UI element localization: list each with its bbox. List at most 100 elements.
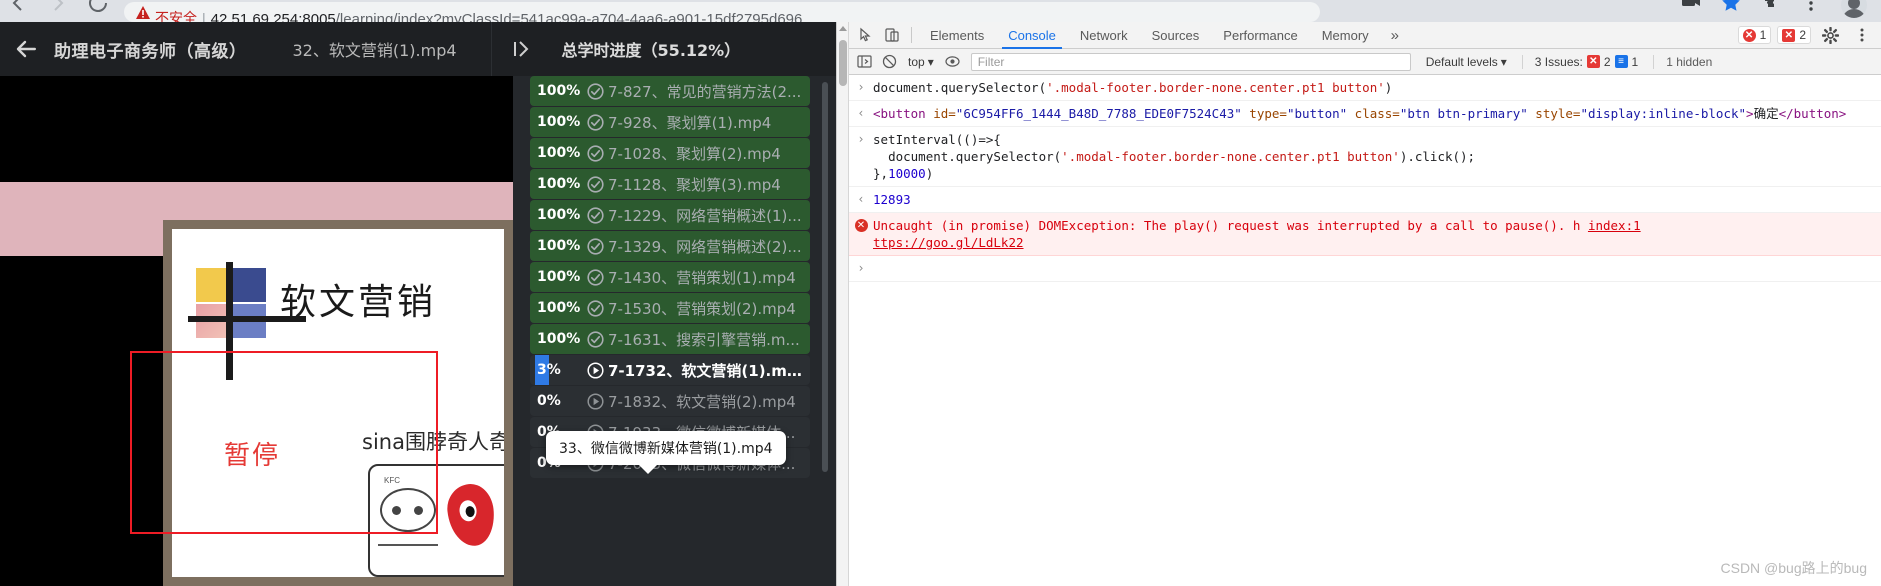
issue-error-icon: ✕ [1586,55,1600,68]
playlist-item-title: 7-1530、营销策划(2).mp4 [608,299,796,318]
playlist-item-title: 7-1631、搜索引擎营销.m... [608,330,800,349]
hidden-messages-label: 1 hidden [1653,54,1712,69]
console-token: ) [925,166,934,181]
console-token: type= [1241,106,1287,121]
filter-placeholder: Filter [977,54,1005,69]
live-expression-icon[interactable] [942,51,964,73]
warning-count-badge[interactable]: ✕ 2 [1777,26,1811,44]
console-row[interactable]: › setInterval(()=>{ document.querySelecto… [849,127,1881,187]
video-player[interactable]: 软文营销 暂停 sina围脖奇人奇事 KFC 某日，在KFC一通宵餐后拉肚肥，发… [0,76,513,586]
cast-icon[interactable] [1681,0,1701,22]
check-circle-icon[interactable] [582,237,608,255]
playlist-item-title: 7-1128、聚划算(3).mp4 [608,175,781,194]
console-message: 12893 [873,191,1881,208]
clear-console-icon[interactable] [878,51,900,73]
console-token: class= [1347,106,1400,121]
tab-sources[interactable]: Sources [1140,22,1212,49]
console-sidebar-icon[interactable] [853,51,875,73]
playlist-item-title: 7-827、常见的营销方法(2... [608,82,802,101]
devtools-tabs: Elements Console Network Sources Performance… [918,22,1381,49]
playlist-item[interactable]: 100% 7-1028、聚划算(2).mp4 [530,138,810,168]
console-error-row[interactable]: ✕ Uncaught (in promise) DOMException: The… [849,213,1881,256]
playlist-item[interactable]: 100% 7-1530、营销策划(2).mp4 [530,293,810,323]
check-circle-icon[interactable] [582,299,608,317]
log-levels-selector[interactable]: Default levels ▾ [1426,55,1507,69]
back-arrow-icon[interactable] [6,0,30,22]
playlist-item[interactable]: 100% 7-1128、聚划算(3).mp4 [530,169,810,199]
url-text: 42.51.69.254:8005/learning/index?myClass… [211,12,803,22]
back-arrow-icon[interactable] [14,36,40,62]
console-token: setInterval(()=>{ document.querySelector… [873,132,1062,164]
play-circle-icon[interactable] [582,392,608,410]
playlist-item-title: 7-1229、网络营销概述(1)... [608,206,802,225]
console-token: "btn btn-primary" [1399,106,1528,121]
console-token: ) [1384,80,1393,95]
tab-label: Sources [1151,27,1200,43]
error-source-link[interactable]: index:1 [1588,218,1641,233]
tab-performance[interactable]: Performance [1211,22,1309,49]
playlist-item-title: 7-1732、软文营销(1).mp4 [608,361,809,380]
device-toolbar-icon[interactable] [879,22,905,49]
tab-network[interactable]: Network [1068,22,1140,49]
inspect-cursor-icon[interactable] [853,22,879,49]
playlist-item[interactable]: 100% 7-928、聚划算(1).mp4 [530,107,810,137]
vertical-scrollbar[interactable] [822,82,828,472]
issues-summary[interactable]: 3 Issues: ✕ 2 ≡ 1 [1521,54,1639,69]
tab-memory[interactable]: Memory [1310,22,1381,49]
devtools-resizer[interactable] [837,22,849,586]
playlist-item[interactable]: 100% 7-827、常见的营销方法(2... [530,76,810,106]
panel-collapse-icon[interactable] [506,34,536,64]
extension-puzzle-icon[interactable] [1761,0,1781,22]
gear-icon[interactable] [1817,22,1843,49]
reload-icon[interactable] [86,0,110,22]
check-circle-icon[interactable] [582,144,608,162]
error-count-badge[interactable]: ✕ 1 [1737,26,1772,44]
playlist-item[interactable]: 0% 7-1832、软文营销(2).mp4 [530,386,810,416]
forward-arrow-icon[interactable] [46,0,70,22]
console-row[interactable]: › [849,256,1881,282]
check-circle-icon[interactable] [582,206,608,224]
check-circle-icon[interactable] [582,330,608,348]
more-vertical-icon[interactable] [1849,22,1875,49]
page-scrollbar-thumb[interactable] [839,40,847,86]
console-gutter-icon: › [857,132,865,146]
console-log[interactable]: › document.querySelector('.modal-footer.b… [849,75,1881,586]
issues-info-count: 1 [1631,54,1639,69]
playlist-item[interactable]: 100% 7-1229、网络营销概述(1)... [530,200,810,230]
check-circle-icon[interactable] [582,175,608,193]
filter-input[interactable]: Filter [970,52,1411,71]
more-vertical-icon[interactable] [1801,0,1821,22]
error-circle-icon: ✕ [1742,28,1756,42]
error-help-link[interactable]: ttps://goo.gl/LdLk22 [873,235,1024,250]
playlist-item[interactable]: 3% 7-1732、软文营销(1).mp4 [530,355,810,385]
check-circle-icon[interactable] [582,268,608,286]
tab-elements[interactable]: Elements [918,22,996,49]
lesson-playlist[interactable]: 100% 7-827、常见的营销方法(2... 100% 7-928、聚划算(1).m… [513,76,836,586]
weibo-logo-icon [444,481,498,549]
chevron-down-icon: ▾ [927,54,934,69]
check-circle-icon[interactable] [582,113,608,131]
tabbar-divider [911,27,912,43]
warning-triangle-icon[interactable] [136,6,150,22]
paused-label: 暂停 [224,441,281,471]
console-token: '.modal-footer.border-none.center.pt1 bu… [1061,149,1400,164]
tab-label: Network [1079,27,1128,43]
playlist-item[interactable]: 100% 7-1631、搜索引擎营销.m... [530,324,810,354]
chevrons-right-icon[interactable]: » [1381,27,1409,44]
console-gutter-icon: › [857,80,865,94]
tab-console[interactable]: Console [996,22,1068,49]
play-circle-icon[interactable] [582,361,608,379]
playlist-item[interactable]: 100% 7-1329、网络营销概述(2)... [530,231,810,261]
address-bar[interactable]: 不安全 | 42.51.69.254:8005/learning/index?m… [124,2,1320,22]
profile-avatar-icon[interactable] [1841,0,1867,22]
check-circle-icon[interactable] [582,82,608,100]
console-row[interactable]: › document.querySelector('.modal-footer.b… [849,75,1881,101]
bookmark-star-icon[interactable] [1721,0,1741,22]
console-row[interactable]: ‹ 12893 [849,187,1881,213]
console-toolbar: top ▾ Filter Default levels ▾ 3 Issues: … [849,49,1881,75]
playlist-item-title: 7-1329、网络营销概述(2)... [608,237,802,256]
playlist-item[interactable]: 100% 7-1430、营销策划(1).mp4 [530,262,810,292]
scroll-up-caret-icon[interactable] [839,26,847,31]
console-row[interactable]: ‹ <button id="6C954FF6_1444_B48D_7788_EDE… [849,101,1881,127]
execution-context-selector[interactable]: top ▾ [903,55,939,69]
